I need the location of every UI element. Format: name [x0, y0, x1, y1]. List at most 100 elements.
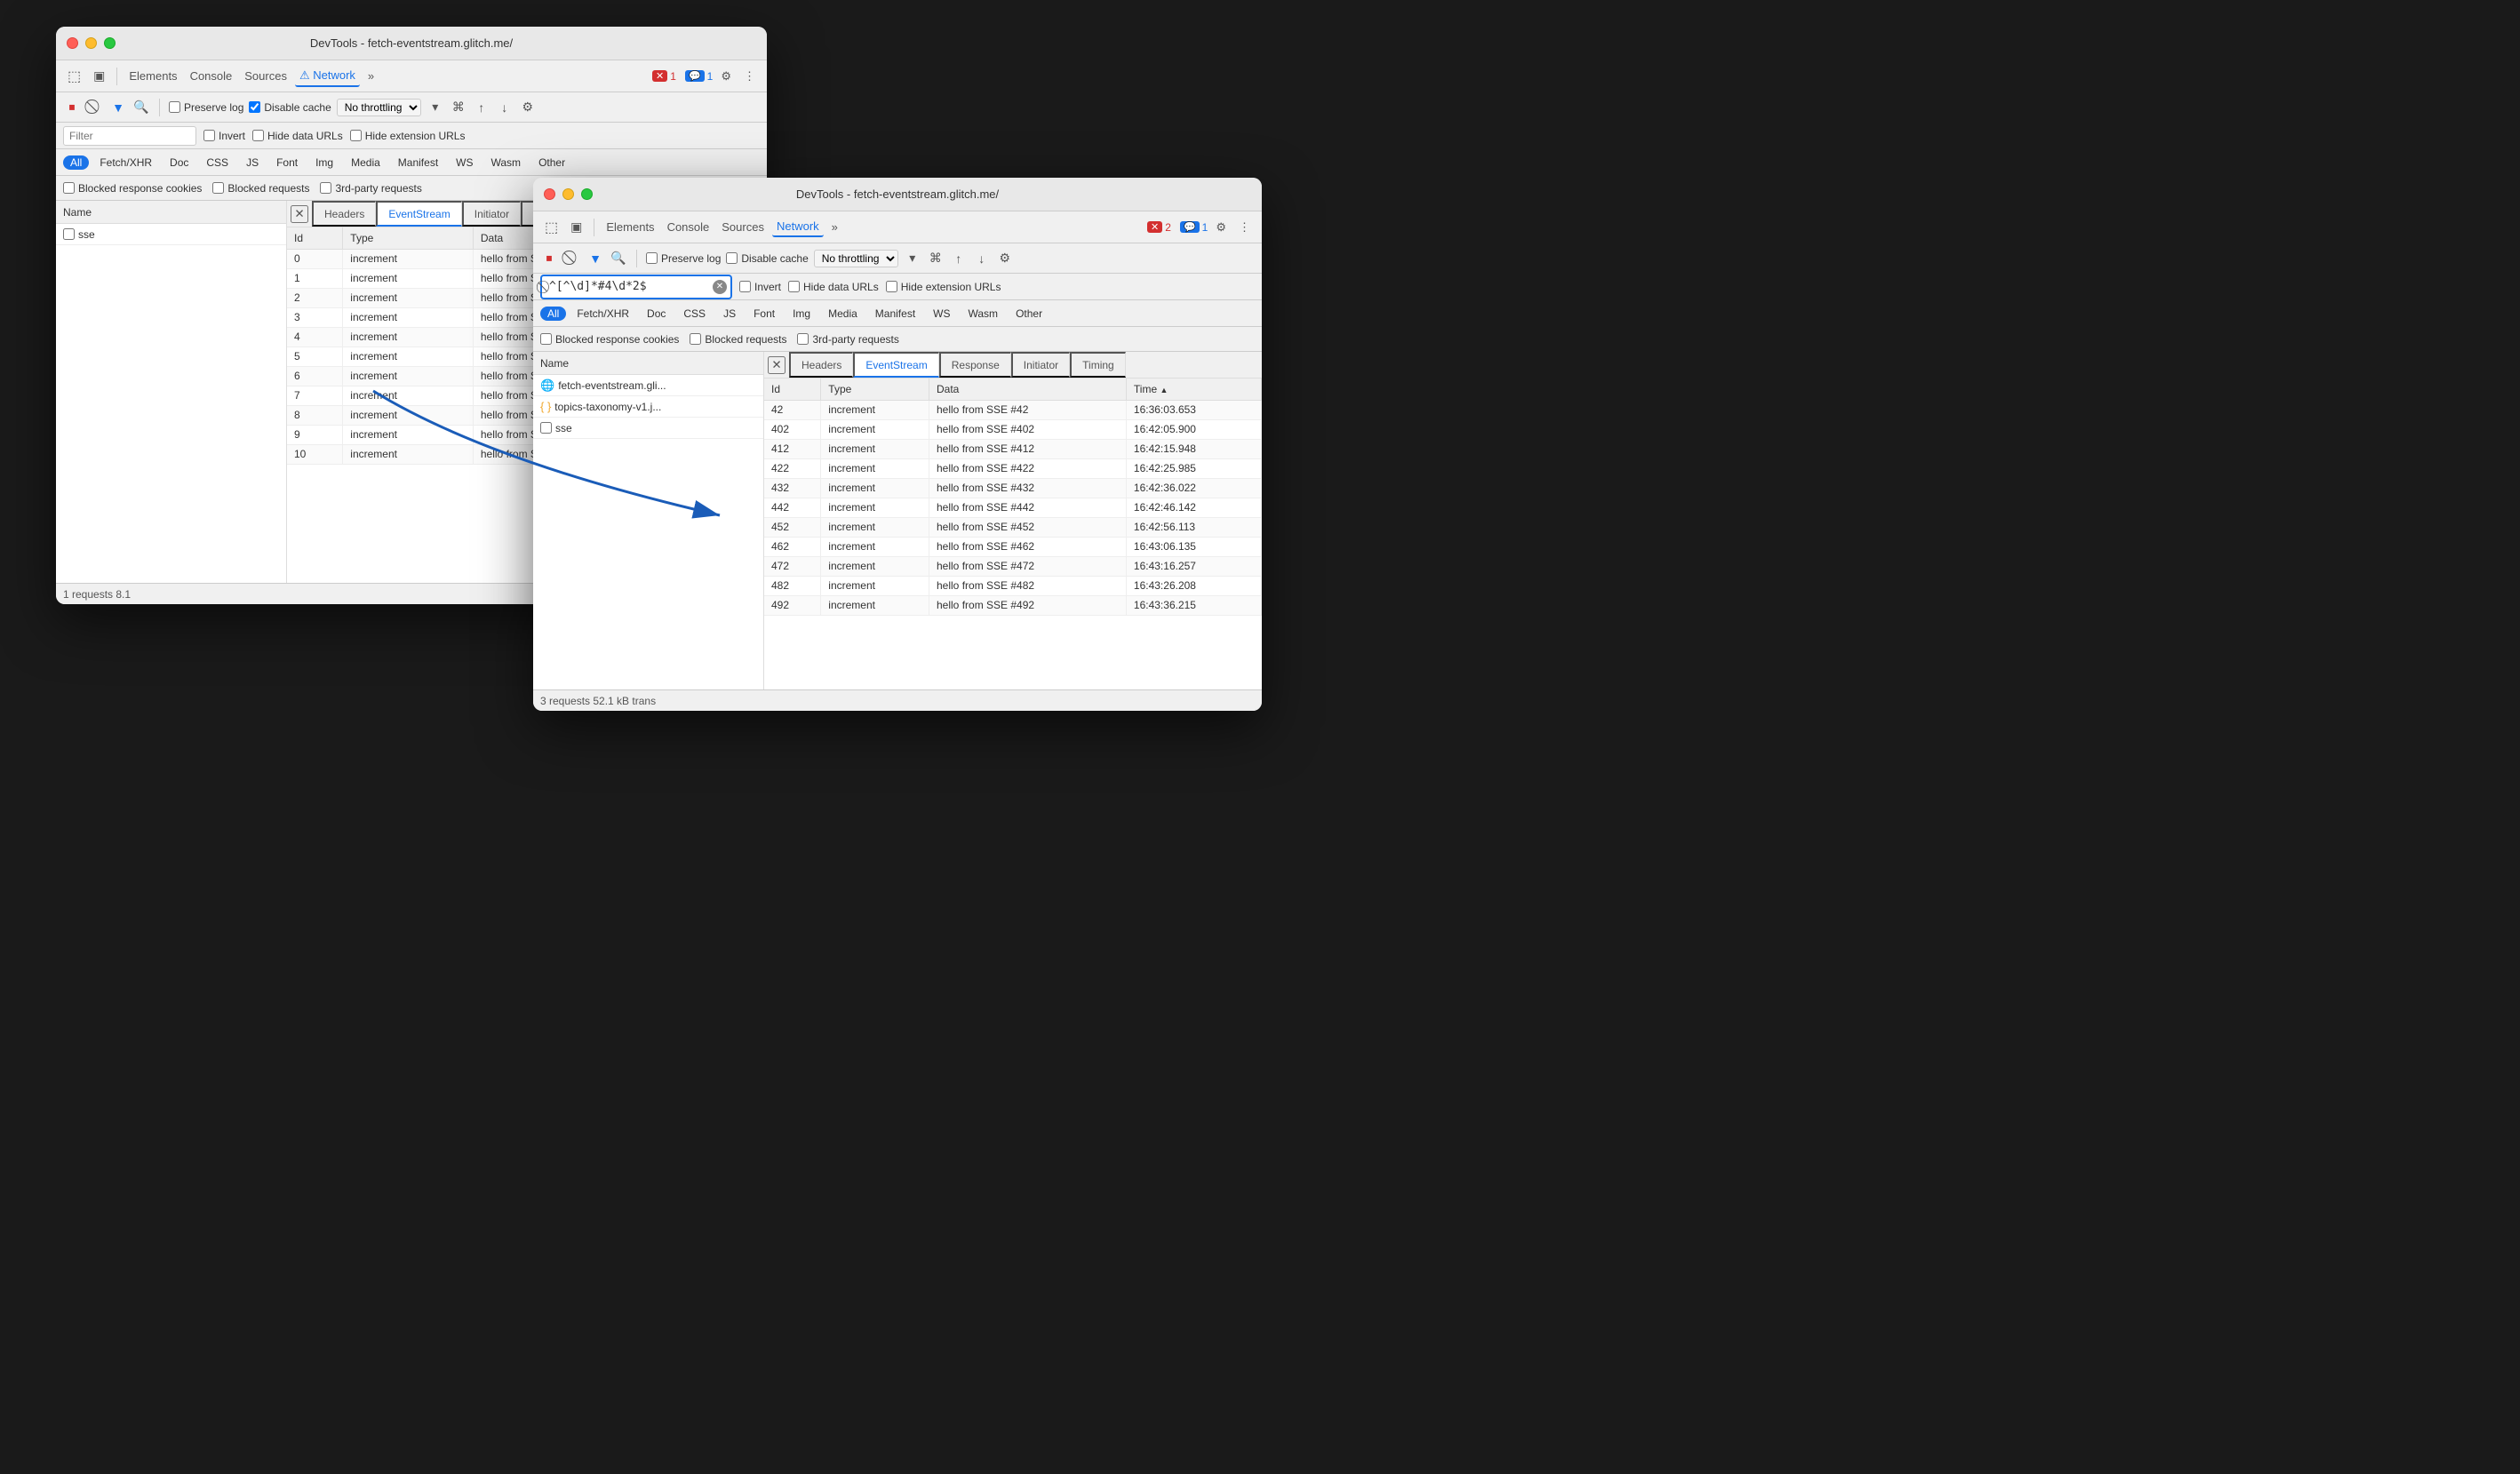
blocked-requests-cb-2[interactable] — [690, 333, 701, 345]
upload-icon-2[interactable]: ↑ — [950, 250, 968, 267]
download-icon-1[interactable]: ↓ — [496, 99, 514, 116]
es-row-2[interactable]: 442 increment hello from SSE #442 16:42:… — [764, 498, 1262, 517]
blocked-cookies-cb-1[interactable] — [63, 182, 75, 194]
detail-tab-response-2[interactable]: Response — [939, 352, 1011, 378]
es-row-2[interactable]: 472 increment hello from SSE #472 16:43:… — [764, 556, 1262, 576]
third-party-label-2[interactable]: 3rd-party requests — [797, 333, 898, 346]
type-fetchxhr-1[interactable]: Fetch/XHR — [92, 155, 159, 170]
clear-btn-1[interactable]: ⃠ — [86, 99, 104, 116]
disable-cache-label-1[interactable]: Disable cache — [249, 101, 331, 114]
type-wasm-1[interactable]: Wasm — [484, 155, 529, 170]
type-all-2[interactable]: All — [540, 307, 566, 321]
type-manifest-1[interactable]: Manifest — [391, 155, 445, 170]
wifi-icon-1[interactable]: ⌘ — [450, 99, 467, 116]
blocked-cookies-label-1[interactable]: Blocked response cookies — [63, 182, 202, 195]
tab-more-2[interactable]: » — [827, 218, 842, 236]
net-settings-1[interactable]: ⚙ — [519, 99, 537, 116]
type-manifest-2[interactable]: Manifest — [868, 307, 922, 321]
invert-label-2[interactable]: Invert — [739, 281, 781, 293]
hide-data-checkbox-1[interactable] — [252, 130, 264, 141]
detail-tab-headers-2[interactable]: Headers — [789, 352, 853, 378]
es-row-2[interactable]: 412 increment hello from SSE #412 16:42:… — [764, 439, 1262, 458]
es-row-2[interactable]: 422 increment hello from SSE #422 16:42:… — [764, 458, 1262, 478]
throttle-select-2[interactable]: No throttling — [814, 250, 898, 267]
request-row-sse-1[interactable]: sse — [56, 224, 286, 245]
devtools-icon[interactable]: ⬚ — [63, 65, 85, 88]
sse-checkbox-1[interactable] — [63, 228, 75, 240]
type-all-1[interactable]: All — [63, 155, 89, 170]
hide-data-checkbox-2[interactable] — [788, 281, 800, 292]
disable-cache-checkbox-2[interactable] — [726, 252, 738, 264]
blocked-requests-label-1[interactable]: Blocked requests — [212, 182, 309, 195]
type-ws-1[interactable]: WS — [449, 155, 480, 170]
type-media-2[interactable]: Media — [821, 307, 865, 321]
hide-ext-checkbox-1[interactable] — [350, 130, 362, 141]
invert-checkbox-1[interactable] — [203, 130, 215, 141]
invert-label-1[interactable]: Invert — [203, 130, 245, 142]
net-settings-2[interactable]: ⚙ — [996, 250, 1014, 267]
clear-btn-2[interactable]: ⃠ — [563, 250, 581, 267]
sse-checkbox-2[interactable] — [540, 422, 552, 434]
type-other-2[interactable]: Other — [1009, 307, 1049, 321]
filter-btn-1[interactable]: ▼ — [109, 99, 127, 116]
es-row-2[interactable]: 462 increment hello from SSE #462 16:43:… — [764, 537, 1262, 556]
type-font-1[interactable]: Font — [269, 155, 305, 170]
settings-icon-1[interactable]: ⚙ — [716, 67, 736, 86]
type-other-1[interactable]: Other — [531, 155, 572, 170]
more-icon-2[interactable]: ⋮ — [1234, 218, 1255, 237]
type-doc-2[interactable]: Doc — [640, 307, 673, 321]
type-font-2[interactable]: Font — [746, 307, 782, 321]
detail-tab-headers-1[interactable]: Headers — [312, 201, 376, 227]
maximize-button-2[interactable] — [581, 188, 593, 200]
filter-btn-2[interactable]: ▼ — [586, 250, 604, 267]
es-row-2[interactable]: 402 increment hello from SSE #402 16:42:… — [764, 419, 1262, 439]
detail-close-2[interactable]: ✕ — [768, 356, 786, 374]
search-btn-1[interactable]: 🔍 — [132, 99, 150, 116]
throttle-chevron-2[interactable]: ▾ — [904, 250, 921, 267]
es-scroll-2[interactable]: Id Type Data Time ▲ 42 increment hello f… — [764, 378, 1262, 689]
type-css-1[interactable]: CSS — [199, 155, 235, 170]
invert-checkbox-2[interactable] — [739, 281, 751, 292]
req-row-sse-2[interactable]: sse — [533, 418, 763, 439]
detail-tab-timing-2[interactable]: Timing — [1070, 352, 1126, 378]
tab-console[interactable]: Console — [186, 67, 237, 85]
req-row-fetch-2[interactable]: 🌐 fetch-eventstream.gli... — [533, 375, 763, 396]
tab-more[interactable]: » — [363, 67, 379, 85]
more-icon-1[interactable]: ⋮ — [739, 67, 760, 86]
preserve-log-checkbox-1[interactable] — [169, 101, 180, 113]
disable-cache-checkbox-1[interactable] — [249, 101, 260, 113]
type-css-2[interactable]: CSS — [676, 307, 713, 321]
disable-cache-label-2[interactable]: Disable cache — [726, 252, 808, 265]
preserve-log-label-1[interactable]: Preserve log — [169, 101, 243, 114]
type-media-1[interactable]: Media — [344, 155, 387, 170]
upload-icon-1[interactable]: ↑ — [473, 99, 490, 116]
es-row-2[interactable]: 452 increment hello from SSE #452 16:42:… — [764, 517, 1262, 537]
type-doc-1[interactable]: Doc — [163, 155, 195, 170]
hide-data-label-2[interactable]: Hide data URLs — [788, 281, 879, 293]
es-row-2[interactable]: 482 increment hello from SSE #482 16:43:… — [764, 576, 1262, 595]
es-row-2[interactable]: 432 increment hello from SSE #432 16:42:… — [764, 478, 1262, 498]
device-icon[interactable]: ▣ — [89, 66, 109, 86]
hide-data-label-1[interactable]: Hide data URLs — [252, 130, 343, 142]
regex-clear-btn[interactable]: ✕ — [713, 280, 727, 294]
throttle-select-1[interactable]: No throttling Slow 3G Fast 3G — [337, 99, 421, 116]
hide-ext-checkbox-2[interactable] — [886, 281, 897, 292]
blocked-cookies-cb-2[interactable] — [540, 333, 552, 345]
close-button-2[interactable] — [544, 188, 555, 200]
tab-elements-2[interactable]: Elements — [602, 218, 658, 236]
tab-sources[interactable]: Sources — [240, 67, 291, 85]
third-party-cb-1[interactable] — [320, 182, 331, 194]
req-row-topics-2[interactable]: { } topics-taxonomy-v1.j... — [533, 396, 763, 418]
type-js-2[interactable]: JS — [716, 307, 743, 321]
settings-icon-2[interactable]: ⚙ — [1211, 218, 1231, 237]
regex-filter-input[interactable] — [549, 280, 709, 293]
third-party-cb-2[interactable] — [797, 333, 809, 345]
throttle-chevron-1[interactable]: ▾ — [427, 99, 444, 116]
record-stop-1[interactable]: ⏹ — [63, 99, 81, 116]
blocked-requests-cb-1[interactable] — [212, 182, 224, 194]
detail-tab-eventstream-1[interactable]: EventStream — [376, 201, 461, 227]
preserve-log-label-2[interactable]: Preserve log — [646, 252, 721, 265]
hide-ext-label-2[interactable]: Hide extension URLs — [886, 281, 1001, 293]
devtools-icon-2[interactable]: ⬚ — [540, 216, 562, 239]
es-row-2[interactable]: 42 increment hello from SSE #42 16:36:03… — [764, 400, 1262, 419]
